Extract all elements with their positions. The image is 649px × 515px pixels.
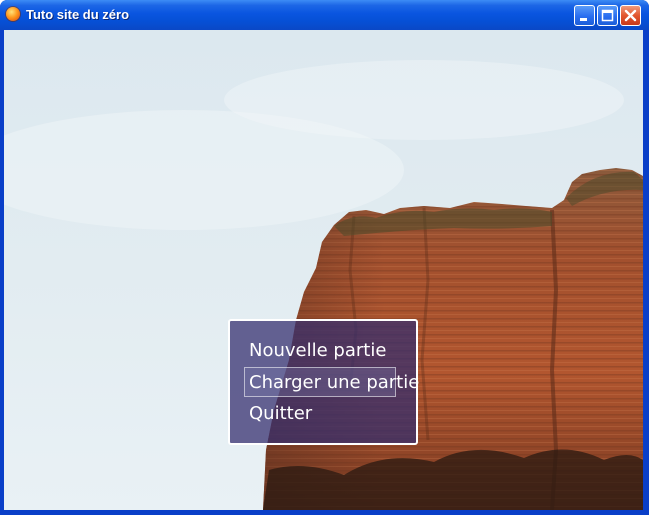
minimize-button[interactable]: [574, 5, 595, 26]
close-button[interactable]: [620, 5, 641, 26]
window-title: Tuto site du zéro: [26, 7, 130, 22]
minimize-icon: [580, 18, 587, 21]
menu-item-quit[interactable]: Quitter: [245, 399, 316, 429]
maximize-button[interactable]: [597, 5, 618, 26]
app-icon[interactable]: [6, 7, 20, 21]
maximize-icon: [601, 9, 614, 22]
main-menu: Nouvelle partie Charger une partie Quitt…: [228, 319, 419, 445]
menu-item-new-game[interactable]: Nouvelle partie: [245, 336, 390, 366]
game-viewport: Nouvelle partie Charger une partie Quitt…: [4, 30, 643, 510]
menu-item-load-game[interactable]: Charger une partie: [244, 367, 419, 397]
title-bar[interactable]: Tuto site du zéro: [0, 0, 649, 30]
close-icon: [624, 9, 637, 22]
app-window: Tuto site du zéro Nouvelle partie Charge…: [0, 0, 649, 515]
